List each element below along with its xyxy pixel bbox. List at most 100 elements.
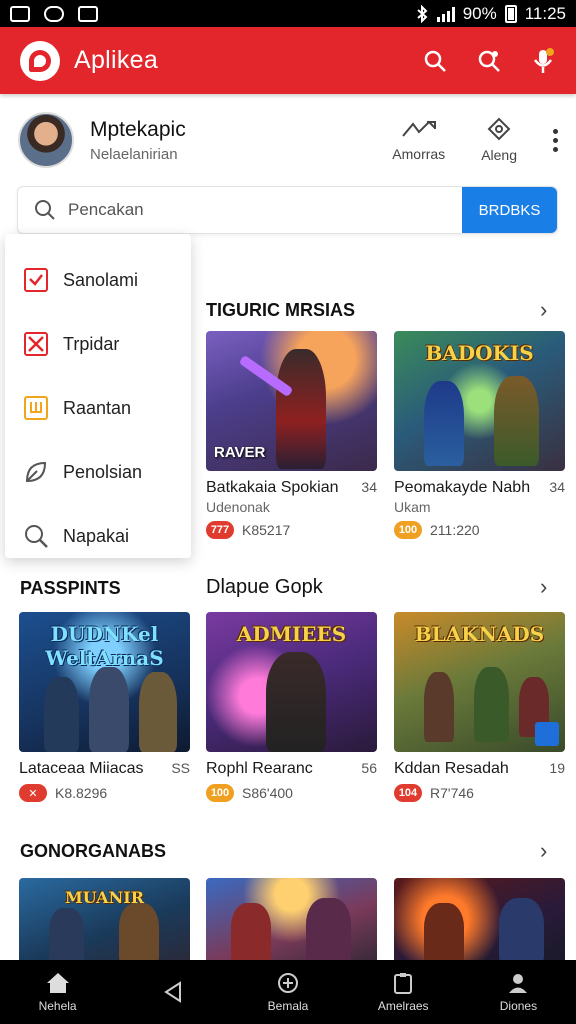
- leaf-icon: [25, 461, 47, 483]
- game-thumbnail: [394, 878, 565, 960]
- menu-item-label: Raantan: [63, 397, 132, 418]
- game-stat: 211:220: [430, 522, 480, 538]
- status-notification-icons: [10, 5, 98, 22]
- battery-icon: [504, 4, 517, 23]
- section-title: PASSPINTS: [20, 578, 121, 598]
- avatar[interactable]: [18, 112, 74, 168]
- app-title: Aplikea: [74, 46, 159, 74]
- search-advanced-icon[interactable]: [476, 48, 502, 74]
- menu-item-label: Penolsian: [63, 461, 143, 482]
- chevron-right-icon[interactable]: ›: [540, 574, 547, 600]
- back-icon: [163, 981, 181, 1003]
- nav-home[interactable]: Nehela: [0, 960, 115, 1024]
- game-count: SS: [171, 760, 190, 776]
- game-card[interactable]: MUANIR: [19, 878, 190, 960]
- app-logo-icon[interactable]: [20, 40, 60, 81]
- profile-name: Mptekapic: [90, 117, 186, 141]
- app-notification-icon: [44, 5, 64, 22]
- gallery-notification-icon: [10, 5, 30, 22]
- section-title-secondary: Dlapue Gopk: [206, 576, 323, 598]
- menu-item-trpidar[interactable]: Trpidar: [5, 312, 191, 376]
- dropdown-menu: Sanolami Trpidar Raantan Penolsian Napak…: [5, 234, 191, 558]
- game-count: 56: [361, 760, 377, 776]
- game-thumbnail: BADOKIS: [394, 331, 565, 471]
- x-box-icon: [24, 332, 48, 356]
- search-icon: [25, 525, 48, 548]
- game-count: 19: [549, 760, 565, 776]
- game-stat: K85217: [242, 522, 291, 538]
- menu-item-napakai[interactable]: Napakai: [5, 504, 191, 568]
- game-badge: 777: [206, 521, 234, 539]
- game-art-title: BADOKIS: [425, 341, 534, 365]
- game-badge: 104: [394, 784, 422, 802]
- section-title: GONORGANABS: [20, 841, 167, 861]
- game-card[interactable]: ADMIEES Rophl Rearanc 56 100 S86'400: [206, 612, 377, 802]
- chevron-right-icon[interactable]: ›: [540, 838, 547, 864]
- microphone-icon[interactable]: [530, 47, 556, 74]
- menu-item-raantan[interactable]: Raantan: [5, 376, 191, 440]
- game-badge: 100: [206, 784, 234, 802]
- menu-item-label: Napakai: [63, 525, 130, 546]
- game-art-title: MUANIR: [65, 888, 144, 907]
- game-stat: S86'400: [242, 785, 293, 801]
- game-stat: K8.8296: [55, 785, 108, 801]
- search-icon[interactable]: [422, 48, 448, 74]
- signal-icon: [436, 6, 455, 22]
- game-thumbnail: [206, 878, 377, 960]
- menu-item-penolsian[interactable]: Penolsian: [5, 440, 191, 504]
- nav-label: Bemala: [267, 999, 309, 1013]
- game-art-title: DUDNKel WeltArnaS: [45, 622, 164, 670]
- status-bar: 90% 11:25: [0, 0, 576, 27]
- nav-profile[interactable]: Diones: [461, 960, 576, 1024]
- game-card[interactable]: RAVER Batkakaia Spokian 34 Udenonak 777 …: [206, 331, 377, 539]
- gamepad-icon: [278, 973, 298, 993]
- menu-item-label: Trpidar: [63, 333, 120, 354]
- share-icon: [401, 120, 436, 137]
- profile-action-tag-label: Aleng: [481, 147, 517, 163]
- game-title: Peomakayde Nabh: [394, 479, 531, 496]
- game-thumbnail: BLAKNADS: [394, 612, 565, 752]
- game-art-title: BLAKNADS: [414, 622, 545, 646]
- more-options-icon[interactable]: [553, 128, 558, 152]
- battery-percentage: 90%: [462, 3, 497, 23]
- clock: 11:25: [524, 3, 566, 23]
- game-thumbnail: MUANIR: [19, 878, 190, 960]
- nav-label: Amelraes: [377, 999, 429, 1013]
- chevron-right-icon[interactable]: ›: [540, 297, 547, 323]
- game-card[interactable]: DUDNKel WeltArnaS Lataceaa Miiacas SS ✕ …: [19, 612, 190, 802]
- app-bar: Aplikea: [0, 27, 576, 94]
- game-art-caption: RAVER: [214, 444, 266, 461]
- tag-icon: [487, 117, 511, 141]
- game-thumbnail: DUDNKel WeltArnaS: [19, 612, 190, 752]
- search-button[interactable]: BRDBKS: [462, 187, 557, 233]
- checkbox-icon: [24, 268, 48, 292]
- game-card[interactable]: BADOKIS Peomakayde Nabh 34 Ukam 100 211:…: [394, 331, 565, 539]
- game-badge: ✕: [19, 784, 47, 802]
- mail-notification-icon: [78, 5, 98, 22]
- game-stat: R7'746: [430, 785, 474, 801]
- search-input[interactable]: [68, 200, 462, 220]
- game-card[interactable]: [206, 878, 377, 960]
- nav-lists[interactable]: Amelraes: [346, 960, 461, 1024]
- profile-action-tag[interactable]: Aleng: [481, 117, 517, 163]
- game-card[interactable]: [394, 878, 565, 960]
- game-card[interactable]: BLAKNADS Kddan Resadah 19 104 R7'746: [394, 612, 565, 802]
- profile-action-share[interactable]: Amorras: [392, 118, 445, 162]
- nav-back[interactable]: [115, 960, 230, 1024]
- nav-games[interactable]: Bemala: [230, 960, 345, 1024]
- home-icon: [46, 973, 69, 993]
- menu-item-sanolami[interactable]: Sanolami: [5, 248, 191, 312]
- calendar-icon: [24, 396, 48, 420]
- game-title: Lataceaa Miiacas: [19, 760, 144, 777]
- clipboard-icon: [394, 973, 413, 994]
- bluetooth-icon: [417, 4, 428, 23]
- game-title: Kddan Resadah: [394, 760, 509, 777]
- person-icon: [509, 974, 528, 993]
- game-thumbnail: RAVER: [206, 331, 377, 471]
- game-subtitle: Udenonak: [206, 499, 270, 515]
- game-count: 34: [361, 479, 377, 495]
- game-title: Batkakaia Spokian: [206, 479, 339, 496]
- nav-label: Nehela: [38, 999, 77, 1013]
- bottom-navigation: Nehela Bemala Amelraes Diones: [0, 960, 576, 1024]
- game-count: 34: [549, 479, 565, 495]
